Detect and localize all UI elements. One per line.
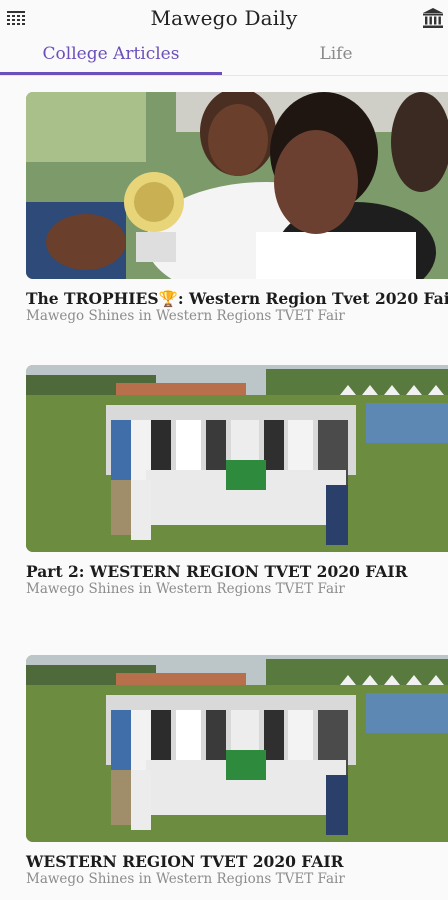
article-subtitle: Mawego Shines in Western Regions TVET Fa… (26, 308, 345, 324)
article-title: The TROPHIES🏆: Western Region Tvet 2020 … (26, 289, 448, 308)
tab-life[interactable]: Life (224, 38, 448, 74)
article-card[interactable]: The TROPHIES🏆: Western Region Tvet 2020 … (26, 92, 448, 332)
article-title: WESTERN REGION TVET 2020 FAIR (26, 852, 344, 871)
article-thumbnail (26, 365, 448, 552)
tab-college-articles[interactable]: College Articles (0, 38, 222, 74)
article-thumbnail (26, 655, 448, 842)
article-title: Part 2: WESTERN REGION TVET 2020 FAIR (26, 562, 408, 581)
article-thumbnail (26, 92, 448, 279)
article-subtitle: Mawego Shines in Western Regions TVET Fa… (26, 871, 345, 887)
app-bar: Mawego Daily (0, 0, 448, 38)
article-card[interactable]: Part 2: WESTERN REGION TVET 2020 FAIR Ma… (26, 365, 448, 605)
article-card[interactable]: WESTERN REGION TVET 2020 FAIR Mawego Shi… (26, 655, 448, 895)
tab-divider (0, 75, 448, 76)
app-title: Mawego Daily (150, 6, 298, 30)
institution-bank-icon[interactable] (422, 7, 444, 29)
article-subtitle: Mawego Shines in Western Regions TVET Fa… (26, 581, 345, 597)
